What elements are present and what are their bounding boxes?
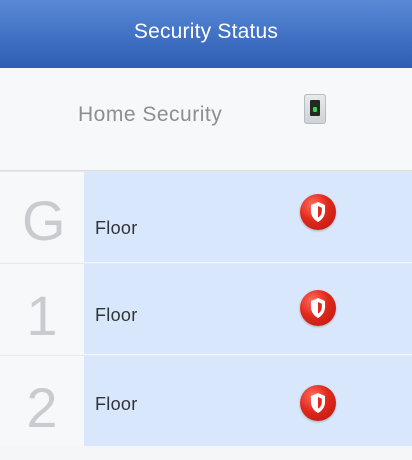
phone-status-led: [313, 107, 317, 112]
floor-label: Floor: [95, 218, 138, 238]
floor-number: 1: [26, 284, 58, 347]
home-security-label: Home Security: [78, 103, 223, 126]
floor-label: Floor: [95, 305, 138, 325]
floor-content-column: [84, 172, 412, 262]
floor-label: Floor: [95, 394, 138, 414]
shield-alert-icon[interactable]: [300, 290, 336, 326]
header-bar: Security Status: [0, 0, 412, 69]
security-status-screen: Security Status Home Security G Floor 1 …: [0, 0, 412, 460]
floor-number: 2: [26, 376, 58, 439]
floor-number: G: [22, 189, 66, 252]
shield-alert-icon[interactable]: [300, 385, 336, 421]
page-title: Security Status: [133, 20, 279, 43]
phone-status-icon[interactable]: [304, 94, 326, 124]
shield-alert-icon[interactable]: [300, 194, 336, 230]
